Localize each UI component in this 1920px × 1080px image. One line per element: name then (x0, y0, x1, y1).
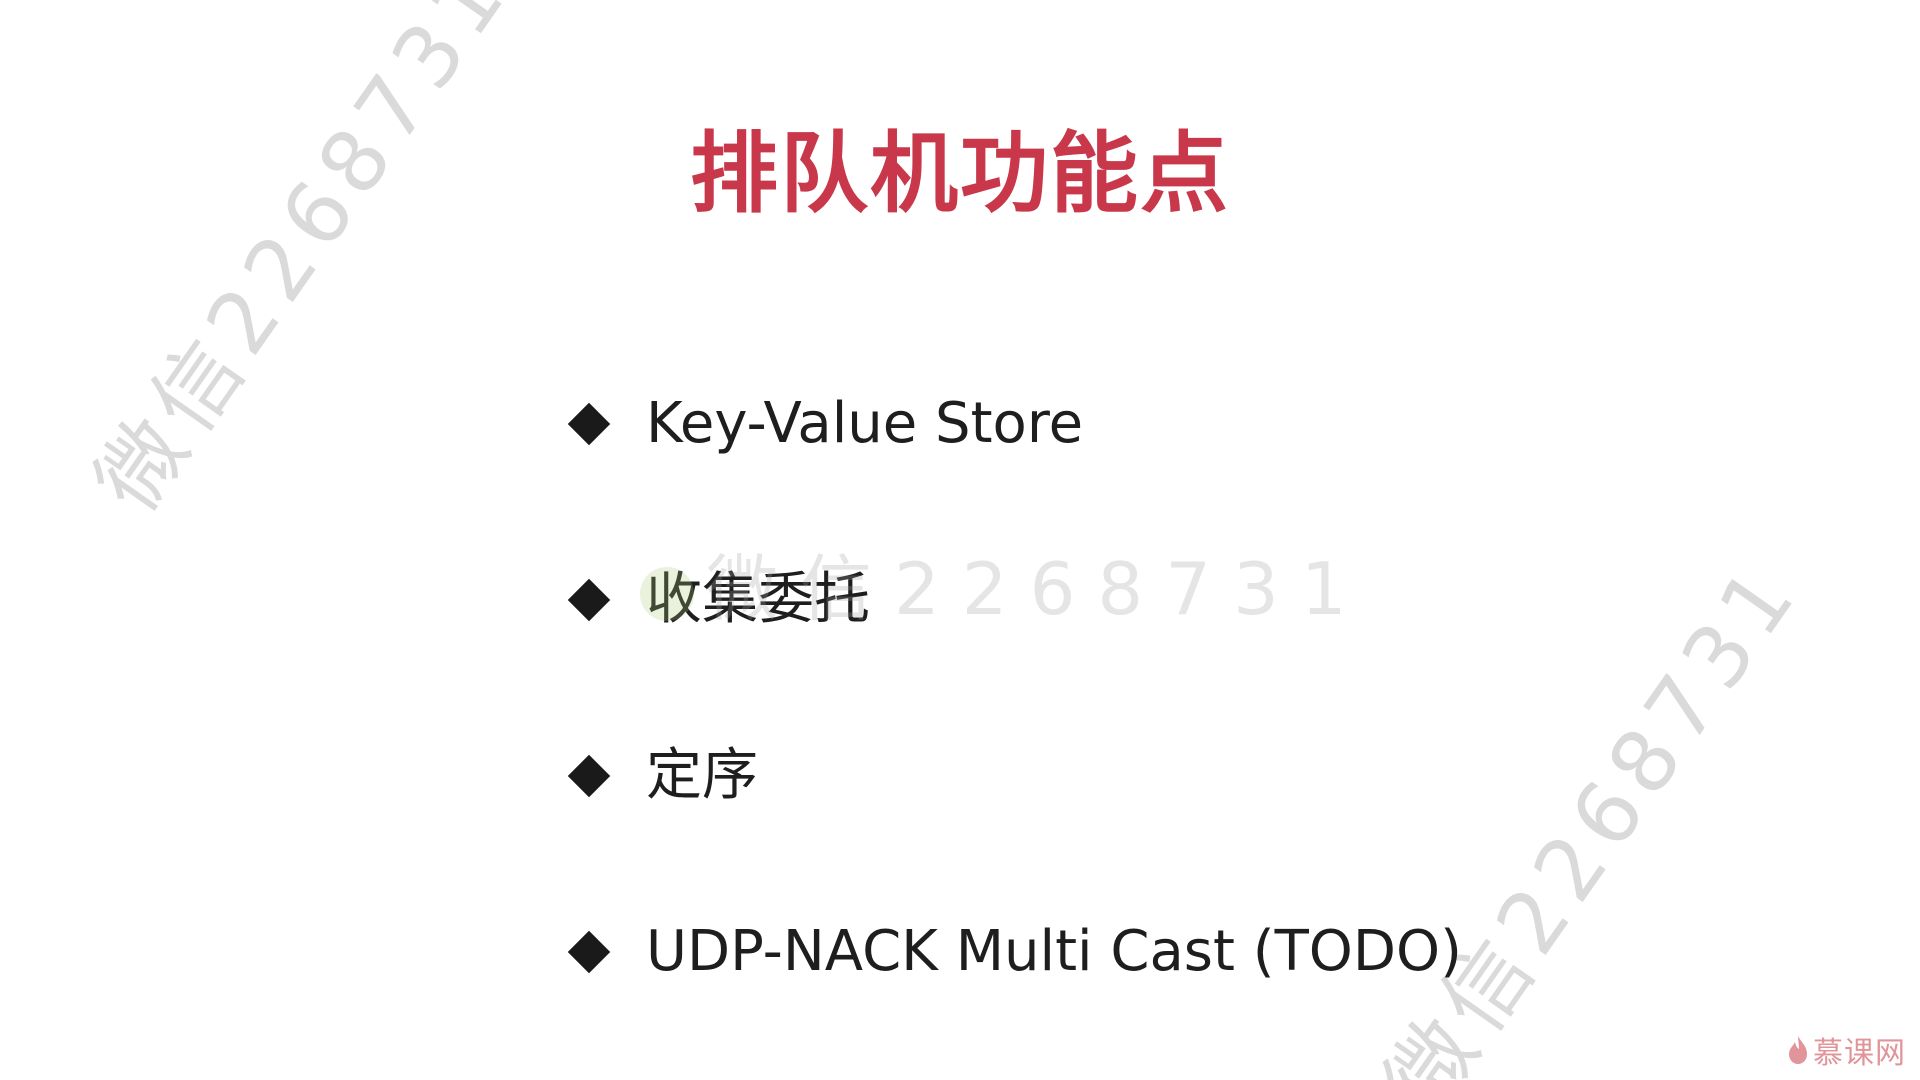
bullet-label: Key-Value Store (646, 391, 1084, 456)
flame-icon (1789, 1036, 1807, 1064)
diamond-bullet-icon (567, 754, 611, 798)
bullet-item: Key-Value Store (566, 384, 1462, 464)
bullet-list: Key-Value Store 收集委托 定序 UDP-NACK Multi C… (566, 384, 1462, 1080)
slide: 微信2268731 排队机功能点 Key-Value Store 收集委托 定序… (0, 0, 1920, 1080)
diamond-bullet-icon (567, 578, 611, 622)
bullet-label: 定序 (646, 743, 758, 808)
diamond-bullet-icon (567, 402, 611, 446)
bullet-item: 定序 (566, 736, 1462, 816)
bullet-label: UDP-NACK Multi Cast (TODO) (646, 919, 1462, 984)
bullet-item: UDP-NACK Multi Cast (TODO) (566, 912, 1462, 992)
bullet-label: 收集委托 (646, 567, 870, 632)
diamond-bullet-icon (567, 930, 611, 974)
bullet-item: 收集委托 (566, 560, 1462, 640)
brand-logo: 慕课网 (1787, 1028, 1906, 1072)
logo-text: 慕课网 (1813, 1036, 1906, 1071)
slide-title: 排队机功能点 (689, 122, 1230, 225)
watermark-diagonal-top: 微信2268731 (77, 0, 530, 530)
